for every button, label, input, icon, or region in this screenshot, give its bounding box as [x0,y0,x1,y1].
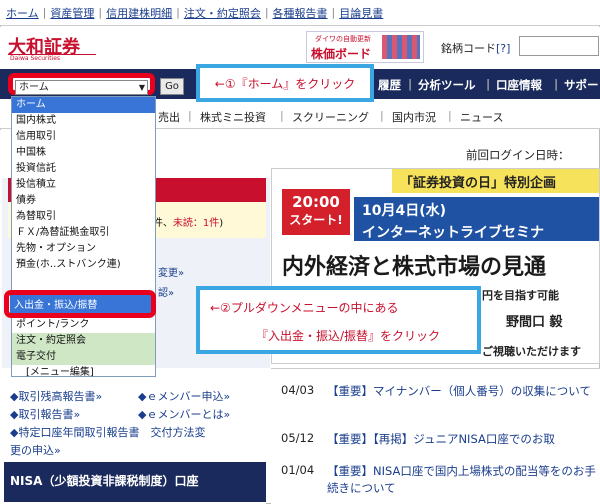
top-link-bar: ホーム | 資産管理 | 信用建株明細 | 注文・約定照会 | 各種報告書 | 目論見書 [0,0,600,26]
dropdown-item[interactable]: 信用取引 [12,129,155,145]
stock-board-small: ダイワの自動更新 [315,35,371,43]
header: 大和証券 Daiwa Securities ダイワの自動更新 株価ボード 銘柄コ… [0,27,600,69]
chevron-down-icon[interactable]: ▼ [139,81,145,94]
start-label: スタート! [289,213,343,227]
dropdown-item[interactable]: ポイント/ランク [12,317,155,333]
subnav-market[interactable]: 国内市況 [392,109,436,125]
nav-account[interactable]: 口座情報 [496,77,542,93]
dropdown-item[interactable]: 債券 [12,193,155,209]
start-badge: 20:00 スタート! [282,189,350,235]
banner-strip: 「証券投資の日」特別企画 [392,169,599,193]
dropdown-item[interactable]: 預金(ホ..ストバンク連) [12,257,155,273]
change-link[interactable]: 変更» [158,264,184,279]
link-balance-report[interactable]: ◆取引残高報告書» [10,388,102,404]
top-link-assets[interactable]: 資産管理 [50,5,94,21]
stock-code-input[interactable] [519,36,599,56]
go-button[interactable]: Go [160,78,184,95]
top-link-reports[interactable]: 各種報告書 [273,5,328,21]
dropdown-item-home[interactable]: ホーム [12,97,155,113]
deposit-highlight [4,290,156,318]
subnav-screening[interactable]: スクリーニング [292,109,369,125]
date-line: 10月4日(水) [362,203,447,219]
link-emember-about[interactable]: ◆ｅメンバーとは» [138,406,230,422]
unread-red: 未読：1件 [172,218,220,229]
menu-select-highlight: ホーム ▼ [8,73,155,95]
menu-select-value: ホーム [19,82,49,93]
dropdown-item[interactable]: 投信積立 [12,177,155,193]
dropdown-item[interactable]: 中国株 [12,145,155,161]
dropdown-item[interactable]: 注文・約定照会 [12,333,155,349]
confirm-link[interactable]: 認» [158,284,174,299]
last-login: 前回ログイン日時： [466,148,570,162]
nisa-header[interactable]: NISA（少額投資非課税制度）口座 [4,462,266,502]
menu-dropdown: ホーム 国内株式 信用取引 中国株 投資信託 投信積立 債券 為替取引 ＦＸ/為… [11,96,156,378]
link-trade-report[interactable]: ◆取引報告書» [10,406,80,422]
link-special-account-cont[interactable]: 更の申込» [10,442,61,458]
banner-strip-text: 「証券投資の日」特別企画 [400,176,557,191]
news-text[interactable]: 【重要】マイナンバー（個人番号）の収集について [327,383,600,400]
banner-sub3: ご視聴いただけます [482,345,581,358]
top-link-orders[interactable]: 注文・約定照会 [184,5,261,21]
stock-board-title: 株価ボード [311,47,372,61]
callout-step2: ←②プルダウンメニューの中にある 『入出金・振込/振替』をクリック [196,286,481,354]
news-text[interactable]: 【重要】【再掲】ジュニアNISA口座でのお取 [327,431,600,448]
dropdown-item[interactable]: 為替取引 [12,209,155,225]
stock-board-banner[interactable]: ダイワの自動更新 株価ボード [306,31,424,63]
news-date: 01/04 [281,463,315,477]
unread-suffix: ) [219,218,224,229]
start-time: 20:00 [292,193,340,211]
dropdown-item[interactable]: 電子交付 [12,349,155,365]
link-special-account[interactable]: ◆特定口座年間取引報告書 交付方法変 [10,424,205,440]
nav-history[interactable]: 履歴 [378,77,401,93]
nav-analysis[interactable]: 分析ツール [418,77,476,93]
news-list: 04/03 【重要】マイナンバー（個人番号）の収集について 05/12 【重要】… [271,368,600,504]
top-link-margin[interactable]: 信用建株明細 [106,5,172,21]
stock-board-graphic-icon [382,35,420,59]
dropdown-item-edit[interactable]: [メニュー編集] [12,365,155,381]
dropdown-item[interactable]: 投資信託 [12,161,155,177]
subnav-offering[interactable]: 売出 [158,109,180,125]
banner-title: 内外経済と株式市場の見通 [282,254,547,280]
code-label: 銘柄コード[?] [441,40,510,56]
top-link-home[interactable]: ホーム [6,5,39,21]
banner-sub1: 円を目指す可能 [482,289,559,302]
link-emember-apply[interactable]: ◆ｅメンバー申込» [138,388,230,404]
top-link-prospectus[interactable]: 目論見書 [339,5,383,21]
subnav-mini[interactable]: 株式ミニ投資 [200,109,266,125]
menu-select[interactable]: ホーム ▼ [15,80,148,95]
news-date: 04/03 [281,383,315,397]
date-bar: 10月4日(水) インターネットライブセミナ [354,197,599,241]
callout-step2-line1: ←②プルダウンメニューの中にある [210,301,399,315]
code-help-link[interactable]: [?] [496,42,510,55]
dropdown-item[interactable]: ＦＸ/為替証拠金取引 [12,225,155,241]
dropdown-item[interactable]: 国内株式 [12,113,155,129]
banner-speaker: 野間口 毅 [506,315,563,330]
nav-support[interactable]: サポー [564,77,599,93]
dropdown-item[interactable]: 先物・オプション [12,241,155,257]
callout-step2-line2: 『入出金・振込/振替』をクリック [256,329,441,343]
code-label-text: 銘柄コード [441,42,496,55]
date-line2: インターネットライブセミナ [362,225,544,241]
subnav-news[interactable]: ニュース [460,109,503,125]
callout-step1: ←①『ホーム』をクリック [196,64,374,102]
news-date: 05/12 [281,431,315,445]
news-text[interactable]: 【重要】NISA口座で国内上場株式の配当等をのお手続きについて [327,463,600,497]
logo-subtitle: Daiwa Securities [10,55,61,62]
